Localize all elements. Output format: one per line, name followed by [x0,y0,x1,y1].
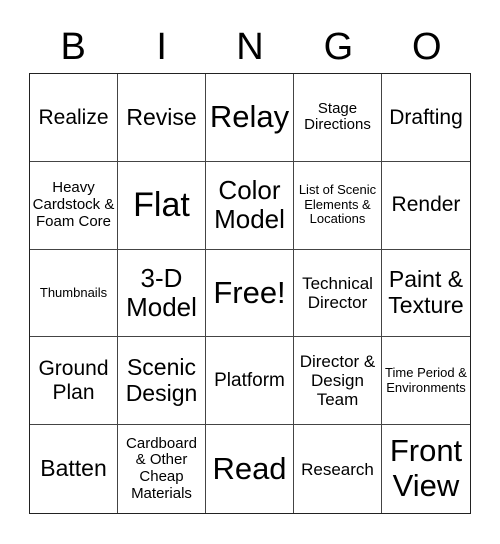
bingo-cell[interactable]: Research [294,425,382,513]
bingo-cell[interactable]: 3-D Model [118,249,206,338]
bingo-cell[interactable]: Flat [118,161,206,250]
bingo-cell[interactable]: Relay [206,74,294,162]
bingo-cell[interactable]: Platform [206,337,294,426]
bingo-cell[interactable]: Thumbnails [30,249,118,338]
bingo-cell[interactable]: Stage Directions [294,74,382,162]
bingo-cell[interactable]: Revise [118,74,206,162]
header-letter-b: B [60,26,86,68]
header-letter-i: I [156,26,167,68]
header-letter-n: N [236,26,264,68]
bingo-cell[interactable]: Render [382,162,470,250]
bingo-cell[interactable]: Time Period & Environments [382,337,470,426]
bingo-grid: Realize Revise Relay Stage Directions Dr… [29,73,471,514]
bingo-cell[interactable]: Director & Design Team [294,337,382,426]
bingo-cell[interactable]: Paint & Texture [382,250,470,338]
bingo-cell[interactable]: Read [206,425,294,513]
bingo-cell[interactable]: Color Model [206,161,294,250]
bingo-cell[interactable]: Ground Plan [30,337,118,426]
bingo-cell[interactable]: Technical Director [294,249,382,338]
bingo-cell[interactable]: Drafting [382,74,470,162]
bingo-cell[interactable]: Scenic Design [118,337,206,426]
free-space-cell[interactable]: Free! [206,249,294,338]
bingo-cell[interactable]: Batten [30,425,118,513]
bingo-header: B I N G O [29,22,471,72]
bingo-cell[interactable]: Heavy Cardstock & Foam Core [30,161,118,250]
bingo-cell[interactable]: Front View [382,425,470,513]
header-letter-g: G [323,26,354,68]
bingo-cell[interactable]: Realize [30,74,118,162]
header-letter-o: O [412,26,442,68]
bingo-cell[interactable]: Cardboard & Other Cheap Materials [118,425,206,513]
bingo-cell[interactable]: List of Scenic Elements & Locations [294,161,382,250]
